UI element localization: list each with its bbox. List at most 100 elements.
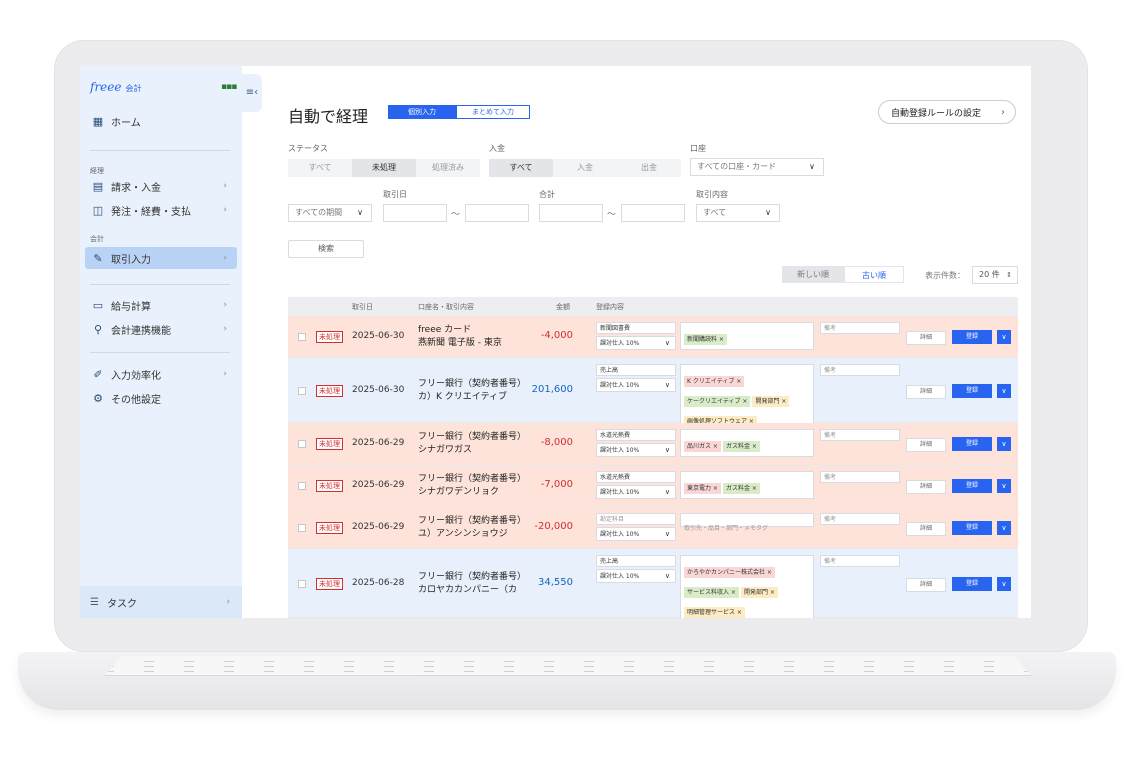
tag-input[interactable]: K クリエイティブ ×ケークリエイティブ × 開発部門 ×画像処理ソフトウェア × bbox=[680, 364, 814, 432]
register-dropdown-icon[interactable]: ∨ bbox=[997, 437, 1011, 451]
memo-input[interactable]: 備考 bbox=[820, 555, 900, 567]
account-item-input[interactable]: 新聞図書費 bbox=[596, 322, 676, 334]
tag-chip[interactable]: ガス料金 × bbox=[722, 483, 760, 494]
account-select[interactable]: すべての口座・カード ∨ bbox=[690, 158, 824, 176]
register-button[interactable]: 登録 bbox=[952, 383, 992, 398]
sort-newest[interactable]: 新しい順 bbox=[782, 266, 844, 283]
auto-rule-settings-button[interactable]: 自動登録ルールの設定 › bbox=[878, 100, 1016, 124]
tag-input[interactable]: 東京電力 × ガス料金 × bbox=[680, 471, 814, 499]
sidebar-item-sonota[interactable]: ⚙ その他設定 bbox=[85, 387, 237, 409]
chevron-right-icon: › bbox=[223, 369, 227, 379]
tag-chip[interactable]: K クリエイティブ × bbox=[684, 376, 745, 387]
register-dropdown-icon[interactable]: ∨ bbox=[997, 479, 1011, 493]
row-checkbox[interactable] bbox=[298, 524, 306, 532]
tag-chip[interactable]: 東京電力 × bbox=[684, 483, 721, 494]
sidebar-collapse-button[interactable]: ≡‹ bbox=[242, 74, 262, 112]
date-from-input[interactable] bbox=[383, 204, 447, 222]
freee-logo[interactable]: freee 会計 bbox=[90, 80, 141, 94]
detail-button[interactable]: 詳細 bbox=[906, 331, 946, 345]
memo-input[interactable]: 備考 bbox=[820, 471, 900, 483]
tag-chip[interactable]: サービス料収入 × bbox=[684, 587, 739, 598]
inout-withdrawal[interactable]: 出金 bbox=[617, 159, 681, 177]
tag-chip[interactable]: ガス料金 × bbox=[722, 441, 760, 452]
status-unprocessed[interactable]: 未処理 bbox=[352, 159, 416, 177]
tax-select[interactable]: 課対仕入 10% ∨ bbox=[596, 569, 676, 583]
inout-all[interactable]: すべて bbox=[489, 159, 553, 177]
row-checkbox[interactable] bbox=[298, 440, 306, 448]
sidebar-item-home[interactable]: ▦ ホーム bbox=[85, 110, 237, 132]
tax-select[interactable]: 課対仕入 10% ∨ bbox=[596, 336, 676, 350]
sidebar-item-kouritsu[interactable]: ✐ 入力効率化 › bbox=[85, 363, 237, 385]
amount-from-input[interactable] bbox=[539, 204, 603, 222]
sidebar-item-task[interactable]: ☰ タスク › bbox=[80, 586, 242, 618]
sidebar-item-hatchu[interactable]: ◫ 発注・経費・支払 › bbox=[85, 199, 237, 221]
register-button[interactable]: 登録 bbox=[952, 437, 992, 451]
perpage-select[interactable]: 20 件 ⇕ bbox=[972, 266, 1018, 284]
sidebar-divider bbox=[90, 352, 230, 353]
account-item-input[interactable]: 勘定科目 bbox=[596, 513, 676, 525]
content-select[interactable]: すべて ∨ bbox=[696, 204, 780, 222]
row-checkbox[interactable] bbox=[298, 579, 306, 588]
register-button[interactable]: 登録 bbox=[952, 576, 992, 591]
inout-deposit[interactable]: 入金 bbox=[553, 159, 617, 177]
sidebar-item-seikyu[interactable]: ▤ 請求・入金 › bbox=[85, 175, 237, 197]
tag-chip[interactable]: 新聞購読料 × bbox=[684, 334, 727, 345]
tax-select[interactable]: 課対仕入 10% ∨ bbox=[596, 485, 676, 499]
amount-to-input[interactable] bbox=[621, 204, 685, 222]
tag-chip[interactable]: 明細管理サービス × bbox=[684, 607, 745, 618]
row-checkbox[interactable] bbox=[298, 386, 306, 395]
memo-input[interactable]: 備考 bbox=[820, 364, 900, 376]
memo-input[interactable]: 備考 bbox=[820, 429, 900, 441]
register-dropdown-icon[interactable]: ∨ bbox=[997, 383, 1011, 398]
tag-input[interactable]: 取引先・品目・部門・メモタグ bbox=[680, 513, 814, 532]
tag-chip[interactable]: 開発部門 × bbox=[740, 587, 778, 598]
date-to-input[interactable] bbox=[465, 204, 529, 222]
row-checkbox[interactable] bbox=[298, 333, 306, 341]
tag-input[interactable]: かろやかカンパニー株式会社 × サービス料収入 × 開発部門 × 明細管理サービス × bbox=[680, 555, 814, 618]
search-button[interactable]: 検索 bbox=[288, 240, 364, 258]
sidebar-item-kyuyo[interactable]: ▭ 給与計算 › bbox=[85, 294, 237, 316]
account-item-input[interactable]: 水道光熱費 bbox=[596, 471, 676, 483]
tag-input[interactable]: 新聞購読料 × bbox=[680, 322, 814, 350]
register-dropdown-icon[interactable]: ∨ bbox=[997, 576, 1011, 591]
detail-button[interactable]: 詳細 bbox=[906, 480, 946, 494]
tax-select[interactable]: 課対仕入 10% ∨ bbox=[596, 378, 676, 392]
detail-button[interactable]: 詳細 bbox=[906, 384, 946, 399]
sort-oldest[interactable]: 古い順 bbox=[844, 266, 904, 283]
tag-chip[interactable]: かろやかカンパニー株式会社 × bbox=[684, 567, 775, 578]
status-all[interactable]: すべて bbox=[288, 159, 352, 177]
sidebar-item-torihiki[interactable]: ✎ 取引入力 › bbox=[85, 247, 237, 269]
transaction-date: 2025-06-29 bbox=[352, 480, 405, 490]
period-select[interactable]: すべての期間 ∨ bbox=[288, 204, 372, 222]
memo-input[interactable]: 備考 bbox=[820, 513, 900, 525]
register-button[interactable]: 登録 bbox=[952, 521, 992, 535]
register-button[interactable]: 登録 bbox=[952, 479, 992, 493]
account-item-input[interactable]: 水道光熱費 bbox=[596, 429, 676, 441]
detail-button[interactable]: 詳細 bbox=[906, 577, 946, 592]
tax-select[interactable]: 課対仕入 10% ∨ bbox=[596, 527, 676, 541]
sidebar-item-label: タスク bbox=[106, 598, 137, 610]
register-button[interactable]: 登録 bbox=[952, 330, 992, 344]
detail-button[interactable]: 詳細 bbox=[906, 522, 946, 536]
register-dropdown-icon[interactable]: ∨ bbox=[997, 330, 1011, 344]
tax-select[interactable]: 課対仕入 10% ∨ bbox=[596, 443, 676, 457]
register-dropdown-icon[interactable]: ∨ bbox=[997, 521, 1011, 535]
tag-input[interactable]: 品川ガス × ガス料金 × bbox=[680, 429, 814, 457]
tab-individual-input[interactable]: 個別入力 bbox=[388, 105, 456, 119]
col-account: 口座名・取引内容 bbox=[418, 303, 474, 311]
sidebar-item-renkei[interactable]: ⚲ 会計連携機能 › bbox=[85, 318, 237, 340]
tag-chip[interactable]: ケークリエイティブ × bbox=[684, 396, 751, 407]
app-grid-icon[interactable]: ▪▪▪ bbox=[221, 82, 237, 92]
status-processed[interactable]: 処理済み bbox=[416, 159, 480, 177]
memo-input[interactable]: 備考 bbox=[820, 322, 900, 334]
row-checkbox[interactable] bbox=[298, 482, 306, 490]
tag-chip[interactable]: 開発部門 × bbox=[752, 396, 790, 407]
account-item-input[interactable]: 売上高 bbox=[596, 364, 676, 376]
select-value: 課対仕入 10% bbox=[600, 489, 640, 496]
laptop-mockup: freee 会計 ▪▪▪ ▦ ホーム 経理 ▤ 請求・入金 › ◫ 発注・経費・支払 › 会… bbox=[0, 0, 1132, 760]
detail-button[interactable]: 詳細 bbox=[906, 438, 946, 452]
total-label: 合計 bbox=[539, 190, 555, 199]
tab-batch-input[interactable]: まとめて入力 bbox=[456, 105, 530, 119]
account-item-input[interactable]: 売上高 bbox=[596, 555, 676, 567]
tag-chip[interactable]: 品川ガス × bbox=[684, 441, 721, 452]
